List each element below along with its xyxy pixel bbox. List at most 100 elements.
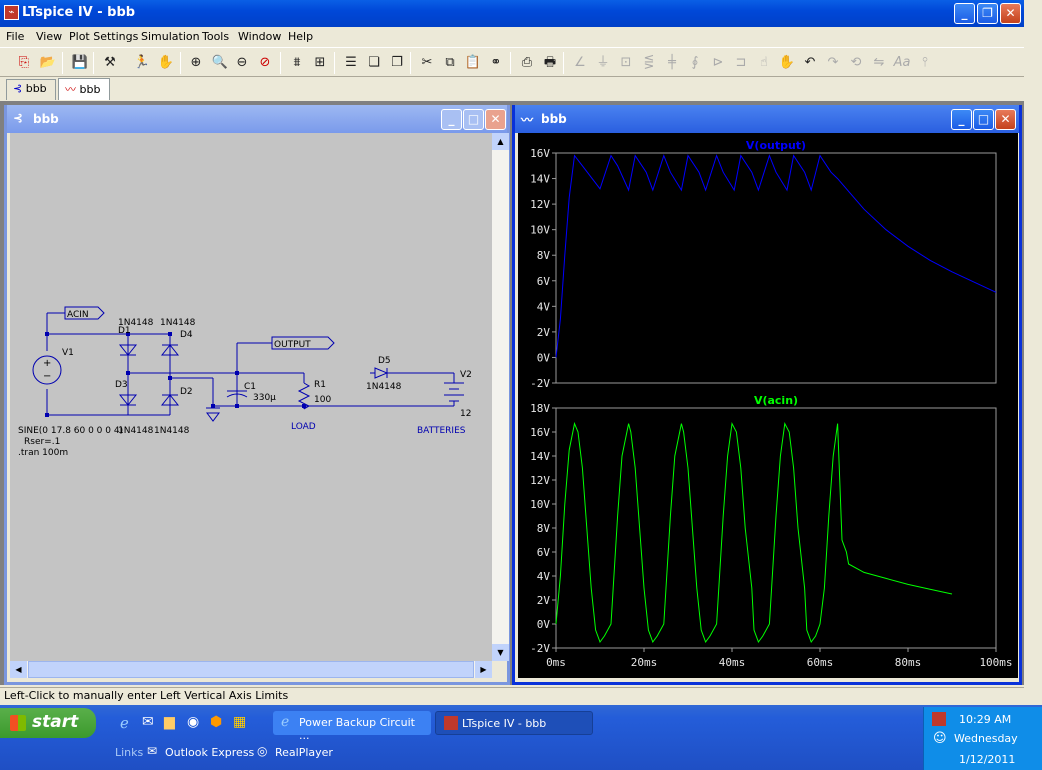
tile-vertical-icon[interactable]: ❐ — [387, 53, 407, 73]
tran-directive[interactable]: .tran 100m — [18, 448, 68, 458]
menu-view[interactable]: View — [36, 30, 62, 43]
taskbar-button-browser[interactable]: ℯ Power Backup Circuit ... — [273, 711, 431, 742]
d5-label[interactable]: D5 — [378, 356, 391, 366]
copy-icon[interactable]: ⧉ — [440, 53, 460, 73]
paint-quicklaunch-icon[interactable]: ▦ — [233, 714, 246, 730]
rotate-icon[interactable]: ⟲ — [846, 53, 866, 73]
net-label-output[interactable]: OUTPUT — [274, 340, 311, 350]
c1-value: 330µ — [253, 393, 276, 403]
tile-horizontal-icon[interactable]: ☰ — [341, 53, 361, 73]
cascade-icon[interactable]: ❏ — [364, 53, 384, 73]
scroll-right-button[interactable]: ▶ — [475, 661, 492, 678]
grid-icon[interactable]: ⊞ — [310, 53, 330, 73]
waveform-close-button[interactable]: ✕ — [995, 109, 1016, 130]
app-quicklaunch-icon[interactable]: ⬢ — [210, 714, 222, 730]
open-icon[interactable]: 📂 — [38, 53, 58, 73]
text-icon[interactable]: Aa — [892, 53, 912, 73]
d2-label[interactable]: D2 — [180, 387, 193, 397]
schematic-canvas[interactable]: + − ACIN OUTPUT V1 1N4148 D1 1N4148 D4 D3… — [10, 133, 492, 661]
horizontal-scrollbar[interactable]: ◀ ▶ — [10, 661, 492, 678]
wire-icon[interactable]: ∠ — [570, 53, 590, 73]
start-button[interactable]: start — [0, 708, 96, 738]
zoom-in-icon[interactable]: ⊕ — [186, 53, 206, 73]
ie-quicklaunch-icon[interactable]: ℯ — [120, 714, 129, 732]
menu-window[interactable]: Window — [238, 30, 281, 43]
component-icon[interactable]: ⊐ — [731, 53, 751, 73]
v2-label[interactable]: V2 — [460, 370, 472, 380]
c1-label[interactable]: C1 — [244, 382, 256, 392]
inductor-icon[interactable]: ∮ — [685, 53, 705, 73]
move-icon[interactable]: ☝ — [754, 53, 774, 73]
schematic-close-button[interactable]: ✕ — [485, 109, 506, 130]
pan-icon[interactable]: 🔍 — [210, 53, 230, 73]
realplayer-link[interactable]: RealPlayer — [275, 746, 333, 759]
save-icon[interactable]: 💾 — [70, 53, 90, 73]
scroll-up-button[interactable]: ▲ — [492, 133, 509, 150]
waveform-minimize-button[interactable]: _ — [951, 109, 972, 130]
y-tick-label: 0V — [537, 618, 551, 631]
schematic-maximize-button[interactable]: □ — [463, 109, 484, 130]
zoom-out-icon[interactable]: ⊖ — [232, 53, 252, 73]
undo-icon[interactable]: ↶ — [800, 53, 820, 73]
find-icon[interactable]: ⚭ — [486, 53, 506, 73]
batteries-comment[interactable]: BATTERIES — [417, 426, 466, 436]
folder-quicklaunch-icon[interactable]: ▆ — [164, 714, 175, 730]
tab-schematic[interactable]: ⊰ bbb — [6, 79, 56, 100]
mirror-icon[interactable]: ⇋ — [869, 53, 889, 73]
tray-app-icon[interactable] — [932, 712, 946, 726]
v1-label[interactable]: V1 — [62, 348, 74, 358]
tab-waveform[interactable]: 〰 bbb — [58, 78, 110, 100]
taskbar-button-ltspice[interactable]: LTspice IV - bbb — [435, 711, 593, 735]
outlook-express-link[interactable]: Outlook Express — [165, 746, 254, 759]
paste-icon[interactable]: 📋 — [463, 53, 483, 73]
links-label[interactable]: Links — [105, 746, 143, 759]
cut-icon[interactable]: ✂ — [417, 53, 437, 73]
clock-time[interactable]: 10:29 AM — [959, 713, 1011, 726]
waveform-plot-area[interactable]: 16V 14V 12V 10V 8V 6V 4V 2V 0V -2V V(output) 18V 16V… — [518, 133, 1018, 678]
minus-glyph: − — [43, 371, 51, 382]
y-tick-label: 16V — [530, 147, 550, 160]
d3-label[interactable]: D3 — [115, 380, 128, 390]
menu-plot-settings[interactable]: Plot Settings — [69, 30, 138, 43]
r1-label[interactable]: R1 — [314, 380, 326, 390]
v1-series-resistance[interactable]: Rser=.1 — [24, 437, 60, 447]
vertical-scrollbar[interactable]: ▲ ▼ — [492, 133, 509, 661]
halt-icon[interactable]: ✋ — [156, 53, 176, 73]
ground-icon[interactable]: ⏚ — [593, 53, 613, 73]
media-quicklaunch-icon[interactable]: ◉ — [187, 714, 199, 730]
redo-icon[interactable]: ↷ — [823, 53, 843, 73]
d4-label[interactable]: D4 — [180, 330, 193, 340]
close-button[interactable]: ✕ — [1000, 3, 1021, 24]
d1-label[interactable]: D1 — [118, 326, 131, 336]
menu-tools[interactable]: Tools — [202, 30, 229, 43]
user-icon[interactable]: ☺ — [933, 731, 947, 746]
diode-icon[interactable]: ⊳ — [708, 53, 728, 73]
waveform-maximize-button[interactable]: □ — [973, 109, 994, 130]
menu-file[interactable]: File — [6, 30, 24, 43]
outlook-quicklaunch-icon[interactable]: ✉ — [142, 714, 154, 730]
v1-source-spec[interactable]: SINE(0 17.8 60 0 0 0 4) — [18, 426, 123, 436]
scroll-thumb[interactable] — [28, 661, 474, 678]
net-label-acin[interactable]: ACIN — [67, 310, 89, 320]
capacitor-icon[interactable]: ╪ — [662, 53, 682, 73]
restore-button[interactable]: ❐ — [977, 3, 998, 24]
drag-icon[interactable]: ✋ — [777, 53, 797, 73]
spice-directive-icon[interactable]: ⫯ — [915, 53, 935, 73]
print-setup-icon[interactable]: ⎙ — [517, 53, 537, 73]
zoom-cancel-icon[interactable]: ⊘ — [255, 53, 275, 73]
schematic-minimize-button[interactable]: _ — [441, 109, 462, 130]
menu-help[interactable]: Help — [288, 30, 313, 43]
load-comment[interactable]: LOAD — [291, 422, 316, 432]
print-icon[interactable]: 🖶 — [540, 53, 560, 73]
control-panel-icon[interactable]: ⚒ — [100, 53, 120, 73]
run-icon[interactable]: 🏃 — [132, 53, 152, 73]
resistor-icon[interactable]: ⋚ — [639, 53, 659, 73]
new-schematic-icon[interactable]: ⎘ — [14, 53, 34, 73]
minimize-button[interactable]: _ — [954, 3, 975, 24]
scroll-down-button[interactable]: ▼ — [492, 644, 509, 661]
menu-simulation[interactable]: Simulation — [141, 30, 200, 43]
y-tick-label: 6V — [537, 546, 551, 559]
label-icon[interactable]: ⊡ — [616, 53, 636, 73]
autorange-icon[interactable]: ⩩ — [287, 53, 307, 73]
scroll-left-button[interactable]: ◀ — [10, 661, 27, 678]
